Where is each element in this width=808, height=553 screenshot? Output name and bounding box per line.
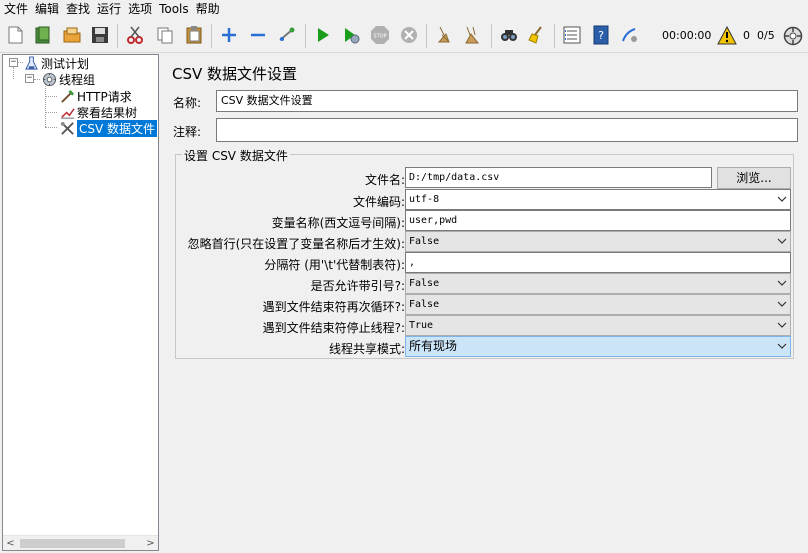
delimiter-label: 分隔符 (用'\t'代替制表符): [264, 258, 405, 272]
delimiter-input[interactable]: , [405, 252, 791, 273]
csv-config-panel: CSV 数据文件设置 名称: CSV 数据文件设置 注释: 设置 CSV 数据文… [164, 54, 806, 551]
test-plan-icon [23, 55, 39, 71]
csv-config-icon [59, 120, 75, 136]
stop-thread-on-eof-value: True [409, 320, 434, 331]
tree-node-test-plan[interactable]: 测试计划 [23, 55, 89, 71]
expand-icon[interactable] [218, 24, 240, 46]
active-threads: 0/5 [757, 29, 775, 42]
tree-node-label: 线程组 [59, 72, 96, 87]
browse-button[interactable]: 浏览... [717, 167, 791, 189]
scroll-left-arrow-icon[interactable]: < [3, 536, 18, 550]
stop-icon[interactable]: STOP [369, 24, 391, 46]
name-label: 名称: [173, 96, 202, 110]
allow-quoted-combo[interactable]: False [405, 273, 791, 294]
svg-text:?: ? [598, 29, 604, 42]
view-results-tree-icon [59, 104, 75, 120]
copy-icon[interactable] [154, 24, 176, 46]
menu-help[interactable]: 帮助 [192, 0, 223, 19]
save-icon[interactable] [89, 24, 111, 46]
recycle-on-eof-label: 遇到文件结束符再次循环?: [262, 300, 405, 314]
allow-quoted-value: False [409, 278, 440, 289]
chevron-down-icon [777, 343, 787, 349]
csv-settings-group: 设置 CSV 数据文件 文件名: D:/tmp/data.csv 浏览... 文… [175, 147, 794, 359]
elapsed-timer: 00:00:00 [662, 29, 712, 42]
tree-node-label: 测试计划 [41, 56, 90, 71]
status-indicator-icon [782, 25, 804, 47]
ignore-first-line-value: False [409, 236, 440, 247]
toolbar: STOP ? 00:00:00 0 0/5 [0, 19, 808, 53]
tree-expander-thread-group[interactable]: − [25, 74, 34, 83]
chevron-down-icon [777, 196, 787, 202]
toggle-icon[interactable] [276, 24, 298, 46]
stop-thread-on-eof-combo[interactable]: True [405, 315, 791, 336]
csv-settings-legend: 设置 CSV 数据文件 [182, 147, 290, 164]
templates-icon[interactable] [32, 24, 54, 46]
recycle-on-eof-combo[interactable]: False [405, 294, 791, 315]
tree-node-label: HTTP请求 [77, 89, 132, 104]
sharing-mode-value: 所有现场 [409, 339, 458, 353]
new-icon[interactable] [4, 24, 26, 46]
comment-label: 注释: [173, 125, 202, 139]
ignore-first-line-combo[interactable]: False [405, 231, 791, 252]
test-plan-tree[interactable]: − 测试计划 − 线程组 HTTP请求 察看结果树 CSV 数据文件 < > [2, 54, 159, 551]
open-icon[interactable] [61, 24, 83, 46]
remote-icon[interactable] [619, 24, 641, 46]
chevron-down-icon [777, 280, 787, 286]
ignore-first-line-label: 忽略首行(只在设置了变量名称后才生效): [187, 237, 405, 251]
warning-icon[interactable] [716, 25, 738, 47]
tree-node-thread-group[interactable]: 线程组 [41, 71, 95, 87]
cut-icon[interactable] [124, 24, 146, 46]
tree-node-label-selected: CSV 数据文件 [77, 119, 158, 137]
filename-label: 文件名: [364, 173, 405, 187]
tree-horizontal-scrollbar[interactable]: < > [3, 535, 158, 550]
sharing-mode-combo[interactable]: 所有现场 [405, 336, 791, 357]
tree-node-view-results-tree[interactable]: 察看结果树 [59, 104, 137, 120]
chevron-down-icon [777, 322, 787, 328]
http-request-icon [59, 88, 75, 104]
encoding-combo[interactable]: utf-8 [405, 189, 791, 210]
encoding-value: utf-8 [409, 194, 440, 205]
tree-node-csv-data-set[interactable]: CSV 数据文件 [59, 119, 158, 137]
menu-run[interactable]: 运行 [93, 0, 124, 19]
help-icon[interactable]: ? [590, 24, 612, 46]
variable-names-input[interactable]: user,pwd [405, 210, 791, 231]
menu-bar: 文件 编辑 查找 运行 选项 Tools 帮助 [0, 0, 808, 19]
function-helper-icon[interactable] [561, 24, 583, 46]
variable-names-label: 变量名称(西文逗号间隔): [271, 216, 405, 230]
allow-quoted-label: 是否允许带引号?: [310, 279, 405, 293]
search-icon[interactable] [498, 24, 520, 46]
warning-count: 0 [743, 29, 750, 42]
paste-icon[interactable] [183, 24, 205, 46]
panel-title: CSV 数据文件设置 [172, 65, 298, 83]
svg-text:STOP: STOP [373, 34, 386, 40]
clear-icon[interactable] [433, 24, 455, 46]
thread-group-icon [41, 71, 57, 87]
shutdown-icon[interactable] [398, 24, 420, 46]
clear-all-icon[interactable] [462, 24, 484, 46]
filename-input[interactable]: D:/tmp/data.csv [405, 167, 712, 188]
tree-node-http-request[interactable]: HTTP请求 [59, 88, 132, 104]
menu-edit[interactable]: 编辑 [31, 0, 62, 19]
encoding-label: 文件编码: [352, 195, 405, 209]
reset-search-icon[interactable] [526, 24, 548, 46]
menu-tools[interactable]: Tools [155, 0, 192, 19]
chevron-down-icon [777, 238, 787, 244]
chevron-down-icon [777, 301, 787, 307]
start-icon[interactable] [312, 24, 334, 46]
collapse-icon[interactable] [247, 24, 269, 46]
menu-file[interactable]: 文件 [0, 0, 31, 19]
name-input[interactable]: CSV 数据文件设置 [216, 90, 798, 112]
tree-expander-test-plan[interactable]: − [9, 58, 18, 67]
comment-input[interactable] [216, 118, 798, 142]
stop-thread-on-eof-label: 遇到文件结束符停止线程?: [262, 321, 405, 335]
menu-search[interactable]: 查找 [62, 0, 93, 19]
scroll-thumb[interactable] [20, 539, 125, 548]
recycle-on-eof-value: False [409, 299, 440, 310]
menu-options[interactable]: 选项 [124, 0, 155, 19]
scroll-right-arrow-icon[interactable]: > [143, 536, 158, 550]
tree-node-label: 察看结果树 [77, 105, 138, 120]
sharing-mode-label: 线程共享模式: [328, 342, 405, 356]
start-no-pause-icon[interactable] [340, 24, 362, 46]
